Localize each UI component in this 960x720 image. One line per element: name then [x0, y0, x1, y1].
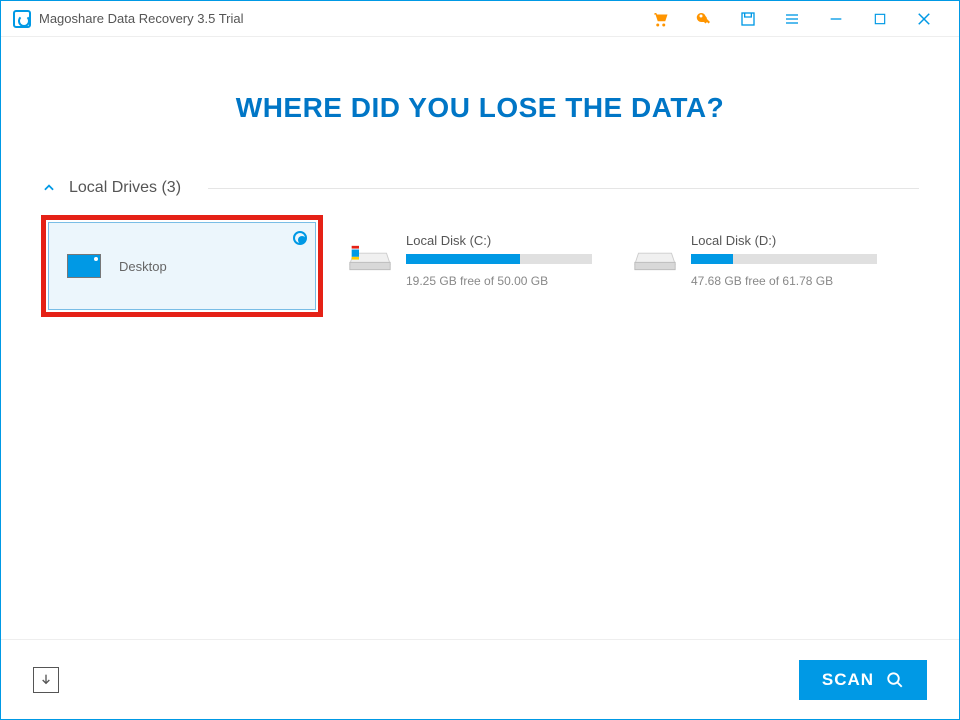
scan-button-label: SCAN — [822, 670, 874, 690]
disk-c-free-text: 19.25 GB free of 50.00 GB — [406, 274, 608, 288]
hdd-icon — [348, 233, 392, 277]
disk-d-label: Local Disk (D:) — [691, 233, 893, 248]
page-heading: WHERE DID YOU LOSE THE DATA? — [41, 92, 919, 124]
chevron-up-icon[interactable] — [41, 180, 57, 196]
footer: SCAN — [1, 639, 959, 719]
app-logo-icon — [13, 10, 31, 28]
radio-selected-icon — [293, 231, 307, 245]
disk-d-usage-bar — [691, 254, 877, 264]
section-header-local-drives: Local Drives (3) — [41, 179, 919, 197]
hdd-icon — [633, 233, 677, 277]
section-divider — [208, 188, 919, 189]
close-icon[interactable] — [915, 10, 933, 28]
drive-card-d[interactable]: Local Disk (D:) 47.68 GB free of 61.78 G… — [633, 215, 893, 288]
disk-d-free-text: 47.68 GB free of 61.78 GB — [691, 274, 893, 288]
scan-button[interactable]: SCAN — [799, 660, 927, 700]
drive-card-desktop[interactable]: Desktop — [41, 215, 323, 317]
disk-icon[interactable] — [739, 10, 757, 28]
menu-icon[interactable] — [783, 10, 801, 28]
drive-name-desktop: Desktop — [119, 259, 167, 274]
desktop-icon — [67, 254, 101, 278]
main-content: WHERE DID YOU LOSE THE DATA? Local Drive… — [1, 37, 959, 627]
minimize-icon[interactable] — [827, 10, 845, 28]
download-update-button[interactable] — [33, 667, 59, 693]
key-icon[interactable] — [695, 10, 713, 28]
drive-card-c[interactable]: Local Disk (C:) 19.25 GB free of 50.00 G… — [348, 215, 608, 288]
titlebar: Magoshare Data Recovery 3.5 Trial — [1, 1, 959, 37]
disk-c-label: Local Disk (C:) — [406, 233, 608, 248]
cart-icon[interactable] — [651, 10, 669, 28]
maximize-icon[interactable] — [871, 10, 889, 28]
app-title: Magoshare Data Recovery 3.5 Trial — [39, 11, 243, 26]
drives-row: Desktop Local Disk (C:) 19.25 GB free — [41, 215, 919, 317]
section-title: Local Drives (3) — [69, 179, 181, 197]
disk-c-usage-bar — [406, 254, 592, 264]
